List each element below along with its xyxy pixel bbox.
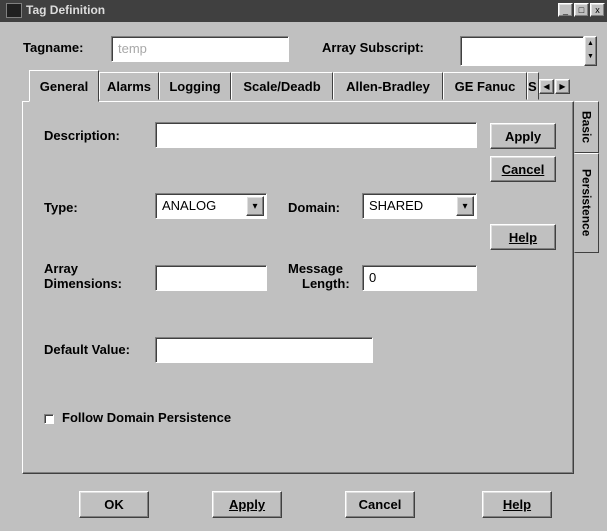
panel-apply-button[interactable]: Apply bbox=[490, 123, 556, 149]
tab-overflow[interactable]: S bbox=[527, 72, 539, 100]
minimize-icon: _ bbox=[562, 5, 568, 15]
apply-button[interactable]: Apply bbox=[212, 491, 282, 518]
side-tab-basic-label: Basic bbox=[579, 110, 594, 144]
side-tab-basic[interactable]: Basic bbox=[574, 101, 599, 153]
tab-scale-deadband-label: Scale/Deadb bbox=[243, 78, 321, 94]
domain-select[interactable]: SHARED ▾ bbox=[362, 193, 477, 219]
type-select[interactable]: ANALOG ▾ bbox=[155, 193, 267, 219]
maximize-icon: □ bbox=[578, 5, 585, 15]
domain-value: SHARED bbox=[369, 198, 424, 213]
cancel-button[interactable]: Cancel bbox=[345, 491, 415, 518]
tab-ge-fanuc[interactable]: GE Fanuc bbox=[443, 72, 527, 100]
tagname-field[interactable]: temp bbox=[111, 36, 289, 62]
tab-logging[interactable]: Logging bbox=[159, 72, 231, 100]
follow-domain-label: Follow Domain Persistence bbox=[62, 410, 232, 425]
message-length-value: 0 bbox=[369, 270, 377, 285]
close-button[interactable]: x bbox=[590, 3, 605, 17]
message-length-label-line1: Message bbox=[288, 261, 343, 276]
right-arrow-icon: ▶ bbox=[559, 82, 566, 91]
tab-scale-deadband[interactable]: Scale/Deadb bbox=[231, 72, 333, 100]
domain-label: Domain: bbox=[288, 200, 340, 215]
default-value-label: Default Value: bbox=[44, 342, 130, 357]
tab-allen-bradley-label: Allen-Bradley bbox=[346, 78, 430, 94]
type-label: Type: bbox=[44, 200, 78, 215]
panel-help-button[interactable]: Help bbox=[490, 224, 556, 250]
tagname-label: Tagname: bbox=[23, 40, 84, 55]
tab-scroll-left-button[interactable]: ◀ bbox=[539, 79, 554, 94]
close-icon: x bbox=[595, 5, 600, 15]
panel-cancel-label: Cancel bbox=[501, 161, 545, 177]
array-subscript-field[interactable] bbox=[460, 36, 584, 66]
description-label: Description: bbox=[44, 128, 120, 143]
window-title: Tag Definition bbox=[26, 3, 106, 17]
tab-logging-label: Logging bbox=[169, 78, 221, 94]
array-subscript-label: Array Subscript: bbox=[322, 40, 424, 55]
side-tab-persistence-label: Persistence bbox=[579, 169, 594, 237]
message-length-label: Message Length: bbox=[288, 261, 350, 291]
type-value: ANALOG bbox=[162, 198, 217, 213]
tab-general[interactable]: General bbox=[29, 70, 99, 102]
tab-ge-fanuc-label: GE Fanuc bbox=[454, 78, 516, 94]
down-arrow-icon[interactable]: ▾ bbox=[246, 196, 264, 216]
app-icon bbox=[6, 3, 22, 18]
tab-scroll-right-button[interactable]: ▶ bbox=[555, 79, 570, 94]
down-arrow-icon[interactable]: ▾ bbox=[456, 196, 474, 216]
tab-alarms[interactable]: Alarms bbox=[99, 72, 159, 100]
default-value-field[interactable] bbox=[155, 337, 373, 363]
tab-allen-bradley[interactable]: Allen-Bradley bbox=[333, 72, 443, 100]
tab-alarms-label: Alarms bbox=[106, 78, 152, 94]
array-dimensions-label: Array Dimensions: bbox=[44, 261, 122, 291]
left-arrow-icon: ◀ bbox=[543, 82, 550, 91]
side-tab-persistence[interactable]: Persistence bbox=[574, 153, 599, 253]
tagname-value: temp bbox=[118, 41, 147, 56]
panel-cancel-button[interactable]: Cancel bbox=[490, 156, 556, 182]
array-dimensions-field[interactable] bbox=[155, 265, 267, 291]
minimize-button[interactable]: _ bbox=[558, 3, 573, 17]
title-bar: Tag Definition _ □ x bbox=[0, 0, 607, 22]
cancel-label: Cancel bbox=[358, 497, 402, 512]
message-length-field[interactable]: 0 bbox=[362, 265, 477, 291]
panel-apply-label: Apply bbox=[504, 128, 542, 144]
tab-general-label: General bbox=[39, 78, 89, 94]
description-field[interactable] bbox=[155, 122, 477, 148]
array-subscript-spinner[interactable]: ▲ ▼ bbox=[584, 36, 597, 66]
panel-help-label: Help bbox=[508, 229, 538, 245]
array-dimensions-label-line2: Dimensions: bbox=[44, 276, 123, 291]
spinner-down-icon[interactable]: ▼ bbox=[585, 50, 596, 63]
array-dimensions-label-line1: Array bbox=[44, 261, 78, 276]
help-label: Help bbox=[502, 497, 532, 512]
apply-label: Apply bbox=[228, 497, 266, 512]
maximize-button[interactable]: □ bbox=[574, 3, 589, 17]
ok-label: OK bbox=[104, 497, 124, 512]
follow-domain-checkbox[interactable] bbox=[44, 414, 54, 424]
message-length-label-line2: Length: bbox=[302, 276, 350, 291]
tab-overflow-label: S bbox=[528, 78, 537, 94]
spinner-up-icon[interactable]: ▲ bbox=[585, 37, 596, 50]
ok-button[interactable]: OK bbox=[79, 491, 149, 518]
help-button[interactable]: Help bbox=[482, 491, 552, 518]
